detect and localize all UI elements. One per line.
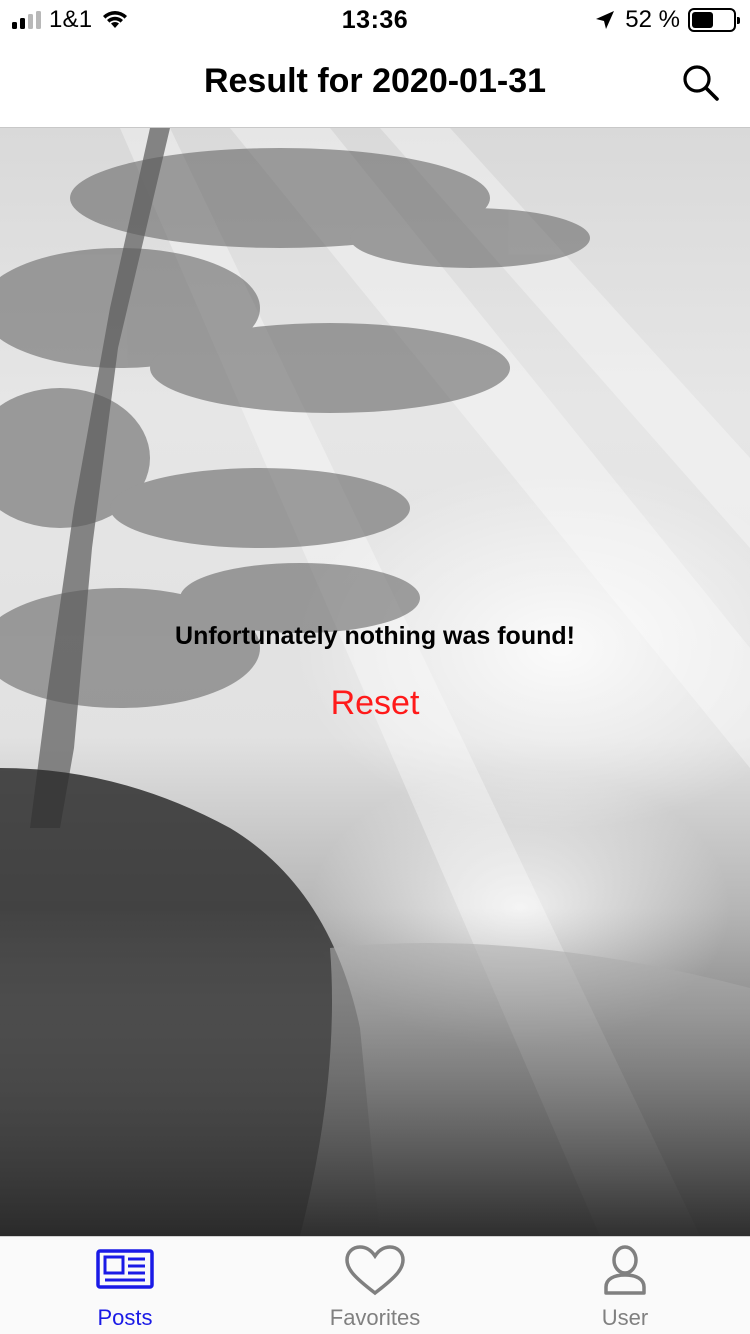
empty-result-view: Unfortunately nothing was found! Reset [0,128,750,1236]
empty-state-message: Unfortunately nothing was found! [175,622,575,650]
user-icon [604,1245,646,1295]
location-arrow-icon [596,11,615,29]
tab-posts-label: Posts [97,1305,153,1330]
search-button[interactable] [680,62,722,104]
search-icon [683,65,719,101]
tab-user-label: User [601,1305,649,1330]
heart-icon [345,1245,405,1296]
tab-posts[interactable]: Posts [0,1237,250,1334]
battery-level-fill [692,12,713,28]
tab-user[interactable]: User [500,1237,750,1334]
newspaper-icon [96,1249,154,1289]
battery-percent: 52 % [625,6,680,33]
tab-favorites[interactable]: Favorites [250,1237,500,1334]
reset-button[interactable]: Reset [0,684,750,723]
status-right: 52 % [595,6,740,33]
battery-icon [688,8,740,32]
navigation-bar: Result for 2020-01-31 [0,40,750,128]
page-title: Result for 2020-01-31 [203,62,547,100]
tab-bar: Posts Favorites User [0,1236,750,1334]
forest-background-image [0,128,750,1236]
tab-favorites-label: Favorites [329,1305,421,1330]
status-bar: 1&1 13:36 52 % [0,0,750,40]
